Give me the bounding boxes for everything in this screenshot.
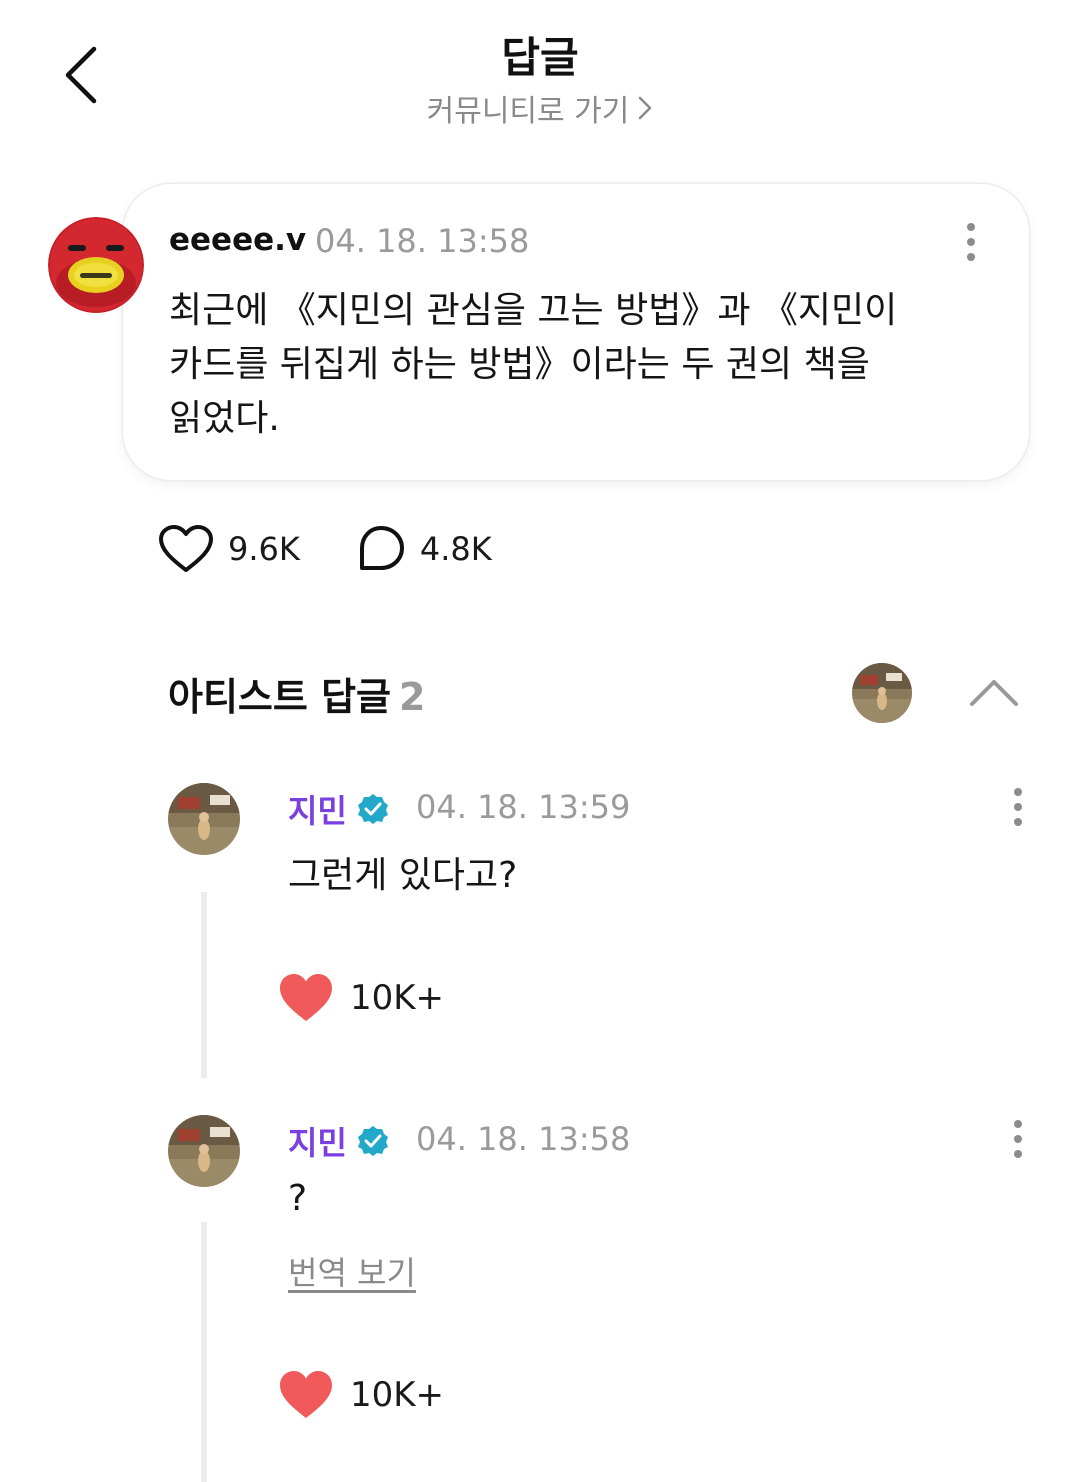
post-like-button[interactable]: 9.6K <box>158 524 300 574</box>
post-comment-button[interactable]: 4.8K <box>356 524 492 574</box>
verified-badge-icon <box>357 1126 388 1156</box>
post-card: eeeee.v 04. 18. 13:58 최근에 《지민의 관심을 끄는 방법… <box>123 184 1029 480</box>
post-body: 최근에 《지민의 관심을 끄는 방법》과 《지민이 카드를 뒤집게 하는 방법》… <box>169 284 989 446</box>
verified-badge-icon <box>357 794 388 824</box>
chevron-right-icon <box>639 96 652 120</box>
reply-like-count: 10K+ <box>350 978 445 1018</box>
heart-outline-icon <box>159 525 213 572</box>
page-title: 답글 <box>501 33 579 82</box>
post-line: 카드를 뒤집게 하는 방법》이라는 두 권의 책을 <box>169 344 870 385</box>
comment-bubble-icon <box>359 526 404 570</box>
reply-author[interactable]: 지민 <box>288 1118 389 1164</box>
reply-author-name: 지민 <box>288 1124 347 1162</box>
post-author-avatar[interactable] <box>48 217 144 313</box>
heart-filled-icon <box>280 1371 332 1418</box>
artist-replies-count: 2 <box>399 675 426 719</box>
post-line: 최근에 《지민의 관심을 끄는 방법》과 《지민이 <box>169 290 898 331</box>
post-like-count: 9.6K <box>228 530 300 568</box>
reply-like-count: 10K+ <box>350 1375 445 1415</box>
artist-replies-label: 아티스트 답글 <box>168 675 391 719</box>
reply-text: ? <box>288 1178 308 1219</box>
reply-thread-line <box>201 892 207 1078</box>
post-timestamp: 04. 18. 13:58 <box>315 222 530 260</box>
go-to-community-label: 커뮤니티로 가기 <box>426 94 630 129</box>
page: 답글 커뮤니티로 가기 eeeee.v 04. 18. 13:58 최근에 《지… <box>0 0 1080 1482</box>
reply-thread-line <box>201 1222 207 1482</box>
reply-avatar[interactable] <box>168 1115 240 1187</box>
reply-more-button[interactable] <box>998 783 1038 831</box>
more-vertical-icon <box>1014 788 1022 796</box>
post-author[interactable]: eeeee.v <box>169 222 306 258</box>
more-vertical-icon <box>967 223 975 231</box>
post-more-button[interactable] <box>951 218 991 266</box>
more-vertical-icon <box>1014 1120 1022 1128</box>
reply-text: 그런게 있다고? <box>288 855 518 896</box>
post-line: 읽었다. <box>169 398 280 439</box>
post-comment-count: 4.8K <box>419 530 492 568</box>
reply-like-button[interactable]: 10K+ <box>278 973 444 1023</box>
post-reactions: 9.6K 4.8K <box>158 520 548 578</box>
reply-timestamp: 04. 18. 13:59 <box>416 788 631 826</box>
chevron-up-icon <box>970 680 1018 706</box>
artist-avatar-small[interactable] <box>852 663 912 723</box>
reply-timestamp: 04. 18. 13:58 <box>416 1120 631 1158</box>
reply-avatar[interactable] <box>168 783 240 855</box>
artist-replies-title: 아티스트 답글 2 <box>168 666 425 721</box>
collapse-replies-button[interactable] <box>966 672 1022 712</box>
reply-author[interactable]: 지민 <box>288 786 389 832</box>
heart-filled-icon <box>280 974 332 1021</box>
reply-author-name: 지민 <box>288 792 347 830</box>
reply-like-button[interactable]: 10K+ <box>278 1370 444 1420</box>
reply-more-button[interactable] <box>998 1115 1038 1163</box>
translate-link[interactable]: 번역 보기 <box>288 1248 416 1294</box>
go-to-community-link[interactable]: 커뮤니티로 가기 <box>0 86 1080 130</box>
